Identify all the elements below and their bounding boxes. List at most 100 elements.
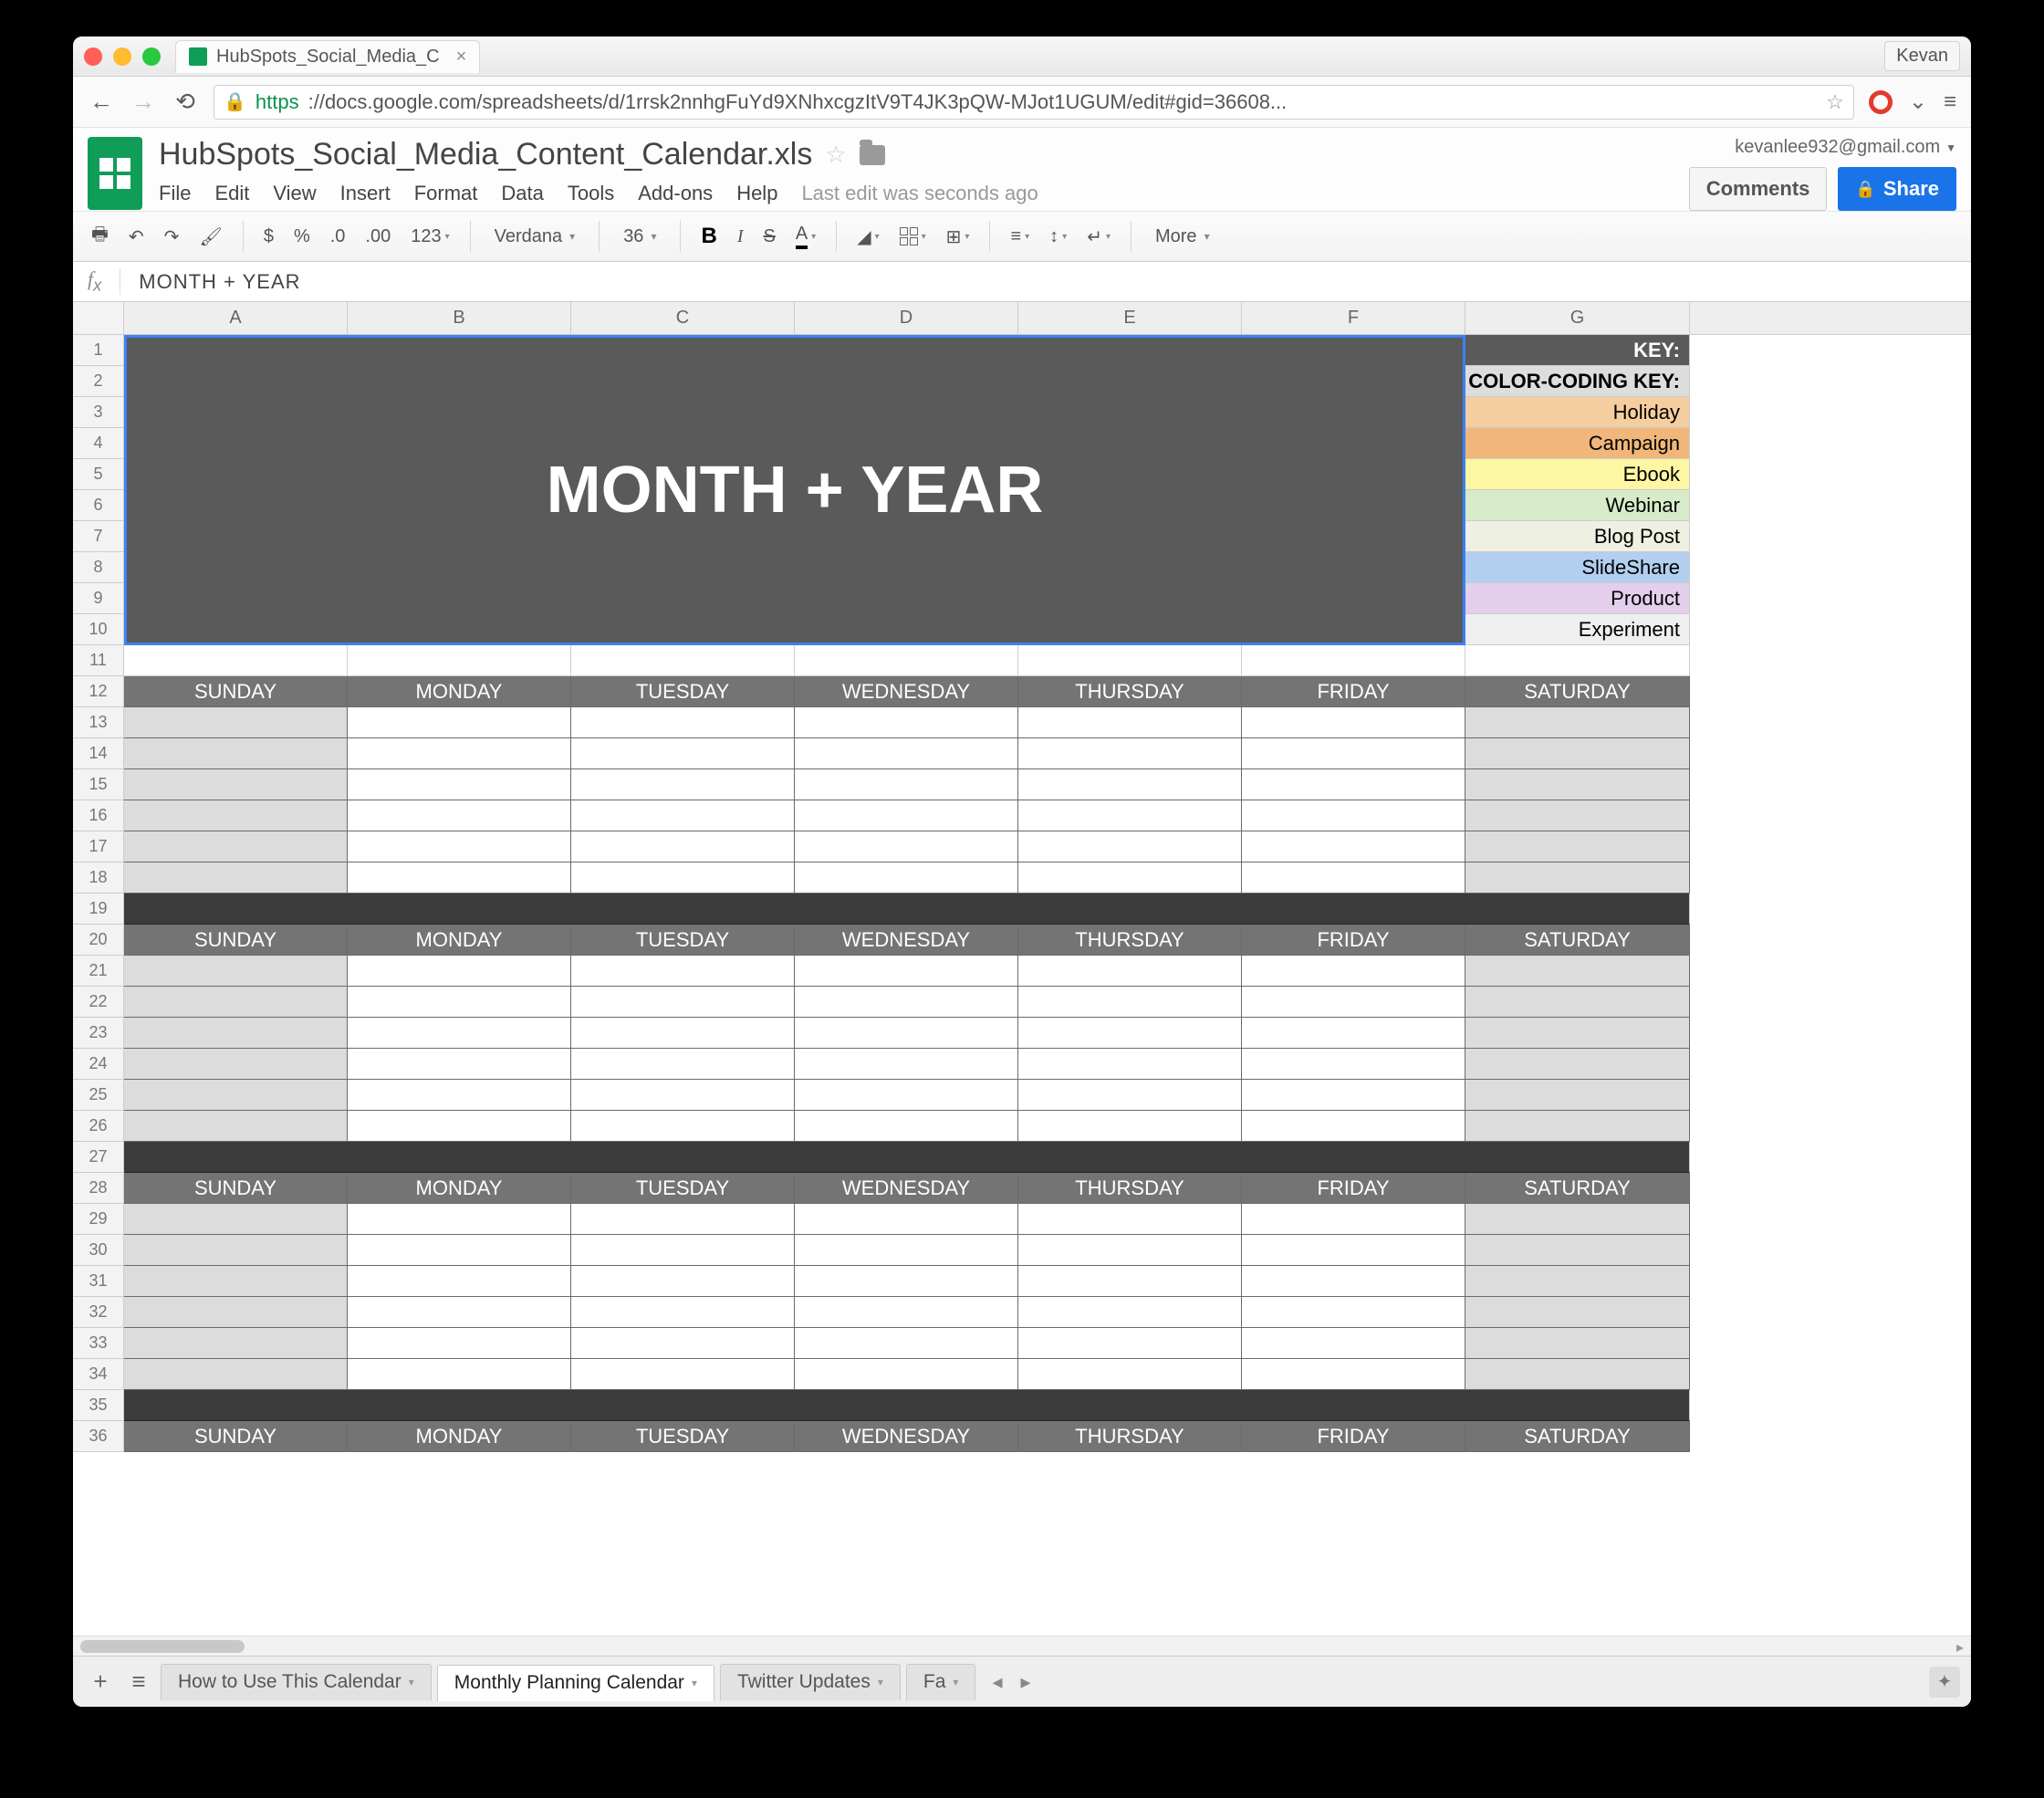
cell-r11-cE[interactable] [1018, 645, 1242, 676]
cell-r15-G[interactable] [1465, 769, 1690, 800]
row-header-13[interactable]: 13 [73, 707, 124, 738]
cell-r23-A[interactable] [124, 1018, 348, 1049]
cell-r11-cB[interactable] [348, 645, 571, 676]
cell-r21-G[interactable] [1465, 956, 1690, 987]
row-header-12[interactable]: 12 [73, 676, 124, 707]
row-header-23[interactable]: 23 [73, 1018, 124, 1049]
cell-r23-G[interactable] [1465, 1018, 1690, 1049]
col-header-B[interactable]: B [348, 302, 571, 334]
cell-r30-G[interactable] [1465, 1235, 1690, 1266]
cell-r30-B[interactable] [348, 1235, 571, 1266]
sheet-tab-caret-icon[interactable]: ▾ [692, 1677, 697, 1689]
cell-r18-F[interactable] [1242, 862, 1465, 894]
merge-cells-button[interactable]: ⊞ ▾ [941, 222, 975, 252]
scrollbar-thumb[interactable] [80, 1640, 245, 1653]
cell-r17-B[interactable] [348, 831, 571, 862]
cell-r23-E[interactable] [1018, 1018, 1242, 1049]
row-header-8[interactable]: 8 [73, 552, 124, 583]
sheet-tab-caret-icon[interactable]: ▾ [953, 1676, 958, 1688]
cell-r26-B[interactable] [348, 1111, 571, 1142]
cell-r24-F[interactable] [1242, 1049, 1465, 1080]
fill-color-button[interactable]: ◢ ▾ [851, 222, 884, 252]
cell-r24-B[interactable] [348, 1049, 571, 1080]
sheet-tab-caret-icon[interactable]: ▾ [878, 1676, 883, 1688]
cell-r17-F[interactable] [1242, 831, 1465, 862]
cell-r23-F[interactable] [1242, 1018, 1465, 1049]
cell-r30-F[interactable] [1242, 1235, 1465, 1266]
text-wrap-button[interactable]: ↵ ▾ [1081, 222, 1116, 252]
cell-r25-C[interactable] [571, 1080, 795, 1111]
sheets-logo-icon[interactable] [88, 137, 142, 210]
cell-r29-E[interactable] [1018, 1204, 1242, 1235]
col-header-D[interactable]: D [795, 302, 1018, 334]
cell-r34-G[interactable] [1465, 1359, 1690, 1390]
increase-decimal-icon[interactable]: .00 [360, 223, 396, 251]
menu-view[interactable]: View [273, 182, 316, 205]
all-sheets-button[interactable]: ≡ [122, 1666, 155, 1699]
cell-r14-B[interactable] [348, 738, 571, 769]
col-header-F[interactable]: F [1242, 302, 1465, 334]
tab-scroll-right-icon[interactable]: ▸ [1020, 1670, 1030, 1694]
cell-r18-E[interactable] [1018, 862, 1242, 894]
cell-r11-cD[interactable] [795, 645, 1018, 676]
cell-r16-G[interactable] [1465, 800, 1690, 831]
row-header-20[interactable]: 20 [73, 925, 124, 956]
menu-insert[interactable]: Insert [340, 182, 391, 205]
cell-r21-A[interactable] [124, 956, 348, 987]
cell-r33-D[interactable] [795, 1328, 1018, 1359]
cell-r15-A[interactable] [124, 769, 348, 800]
cell-r14-A[interactable] [124, 738, 348, 769]
sheet-tab-twitter-updates[interactable]: Twitter Updates▾ [720, 1664, 901, 1700]
star-document-icon[interactable]: ☆ [825, 141, 846, 169]
menu-tools[interactable]: Tools [568, 182, 614, 205]
pocket-extension-icon[interactable]: ⌄ [1909, 89, 1927, 115]
cell-r21-E[interactable] [1018, 956, 1242, 987]
row-header-10[interactable]: 10 [73, 614, 124, 645]
cell-r21-F[interactable] [1242, 956, 1465, 987]
explore-button[interactable]: ✦ [1929, 1667, 1960, 1698]
row-header-1[interactable]: 1 [73, 335, 124, 366]
forward-icon[interactable]: → [130, 89, 157, 116]
add-sheet-button[interactable]: + [84, 1666, 117, 1699]
row-header-7[interactable]: 7 [73, 521, 124, 552]
url-bar[interactable]: 🔒 https ://docs.google.com/spreadsheets/… [214, 85, 1854, 120]
cell-r22-B[interactable] [348, 987, 571, 1018]
cell-r18-A[interactable] [124, 862, 348, 894]
cell-r18-D[interactable] [795, 862, 1018, 894]
cell-r24-A[interactable] [124, 1049, 348, 1080]
row-header-32[interactable]: 32 [73, 1297, 124, 1328]
cell-r33-F[interactable] [1242, 1328, 1465, 1359]
cell-r24-D[interactable] [795, 1049, 1018, 1080]
strikethrough-button[interactable]: S [757, 223, 780, 251]
cell-r26-C[interactable] [571, 1111, 795, 1142]
formula-bar[interactable]: fx MONTH + YEAR [73, 262, 1971, 302]
fullscreen-window-icon[interactable] [142, 47, 161, 66]
cell-r25-B[interactable] [348, 1080, 571, 1111]
row-header-28[interactable]: 28 [73, 1173, 124, 1204]
sheet-tab-how-to-use-this-calendar[interactable]: How to Use This Calendar▾ [161, 1664, 432, 1700]
col-header-C[interactable]: C [571, 302, 795, 334]
borders-button[interactable]: ▾ [894, 224, 932, 249]
cell-r18-C[interactable] [571, 862, 795, 894]
row-header-3[interactable]: 3 [73, 397, 124, 428]
row-header-30[interactable]: 30 [73, 1235, 124, 1266]
cell-r23-C[interactable] [571, 1018, 795, 1049]
cell-r26-F[interactable] [1242, 1111, 1465, 1142]
redo-icon[interactable]: ↷ [159, 222, 185, 252]
cell-r34-A[interactable] [124, 1359, 348, 1390]
cell-r24-C[interactable] [571, 1049, 795, 1080]
select-all-corner[interactable] [73, 302, 124, 334]
cell-r13-F[interactable] [1242, 707, 1465, 738]
cell-r26-A[interactable] [124, 1111, 348, 1142]
cell-r16-D[interactable] [795, 800, 1018, 831]
cell-r25-E[interactable] [1018, 1080, 1242, 1111]
cell-r30-C[interactable] [571, 1235, 795, 1266]
row-header-25[interactable]: 25 [73, 1080, 124, 1111]
row-header-15[interactable]: 15 [73, 769, 124, 800]
cell-r15-D[interactable] [795, 769, 1018, 800]
paint-format-icon[interactable]: 🖌 [193, 222, 227, 252]
row-header-18[interactable]: 18 [73, 862, 124, 894]
cell-r34-B[interactable] [348, 1359, 571, 1390]
back-icon[interactable]: ← [88, 89, 115, 116]
col-header-A[interactable]: A [124, 302, 348, 334]
